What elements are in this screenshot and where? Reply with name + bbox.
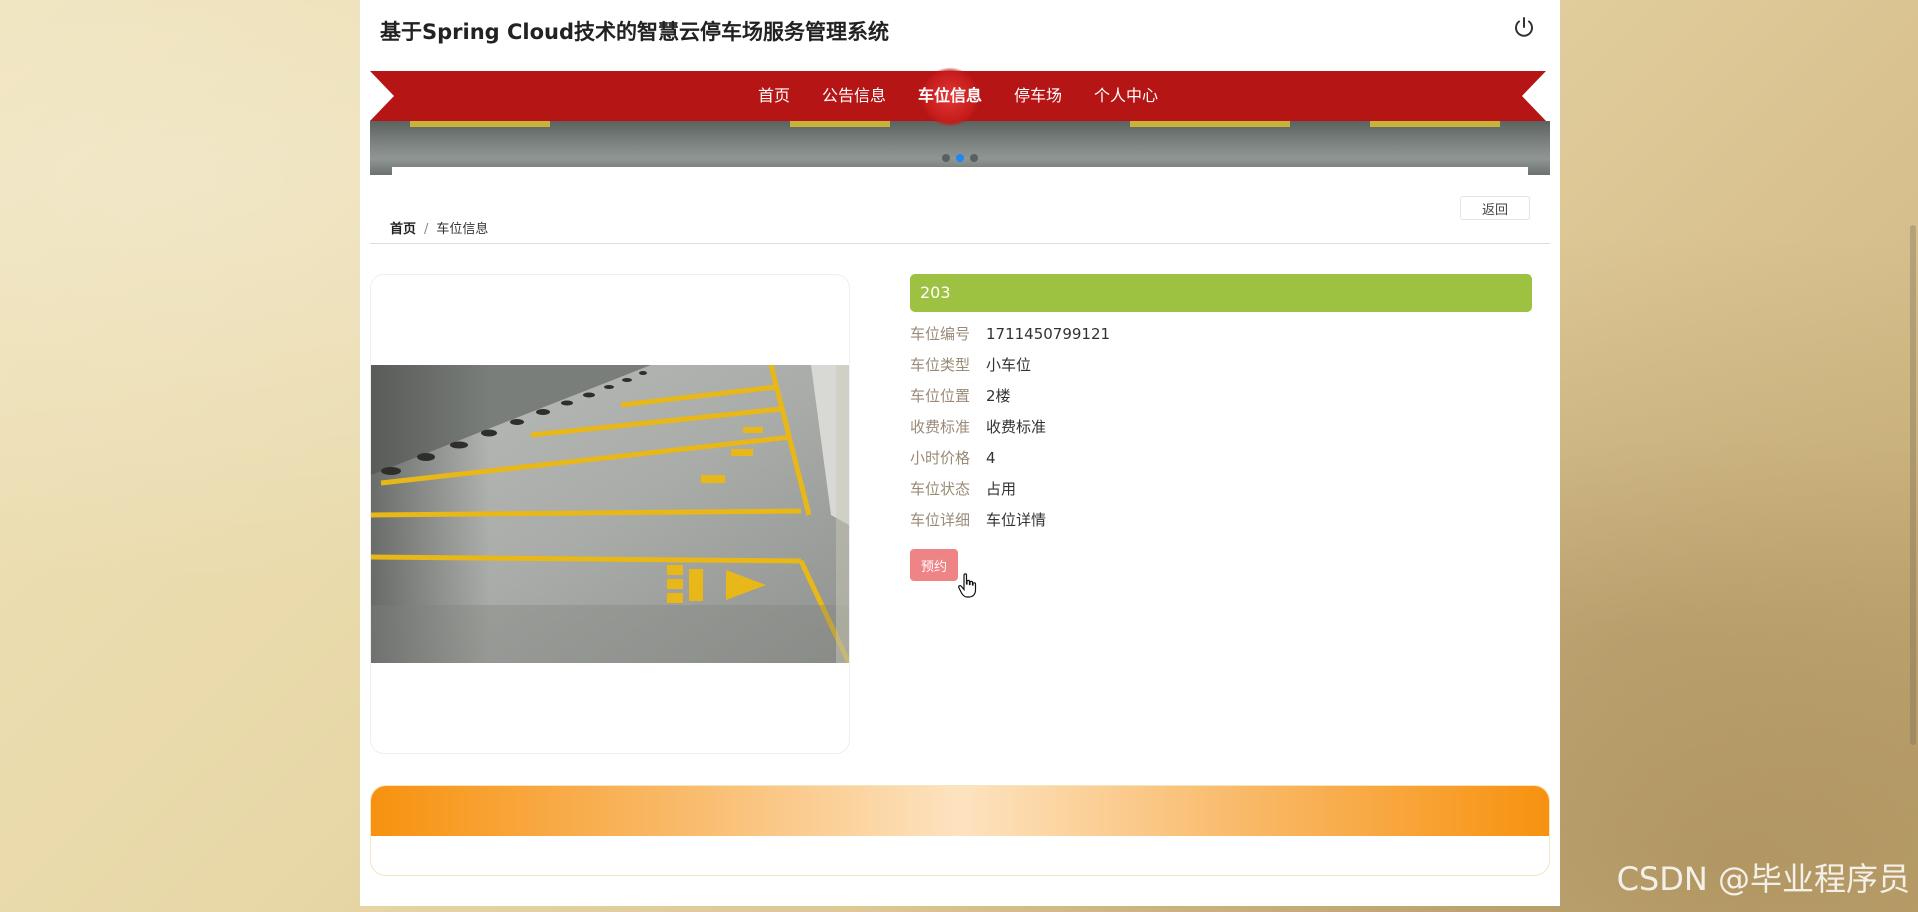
reserve-button[interactable]: 预约	[910, 549, 958, 581]
scrollbar[interactable]	[1906, 0, 1918, 912]
carousel-dot[interactable]	[970, 154, 978, 162]
banner-stripe	[1370, 121, 1500, 127]
field-value: 小车位	[986, 356, 1032, 374]
banner-stripe	[410, 121, 550, 127]
site-title: 基于Spring Cloud技术的智慧云停车场服务管理系统	[380, 20, 890, 44]
field-label: 车位详细	[910, 511, 971, 529]
breadcrumb-home[interactable]: 首页	[390, 222, 416, 237]
parking-space-image	[371, 365, 849, 663]
detail-fields: 车位编号 1711450799121 车位类型 小车位 车位位置 2楼 收费标准…	[910, 318, 1532, 535]
breadcrumb-separator: /	[424, 222, 429, 237]
parking-space-detail: 203 车位编号 1711450799121 车位类型 小车位 车位位置 2楼 …	[910, 274, 1532, 581]
field-label: 车位编号	[910, 325, 971, 343]
nav-item-home[interactable]: 首页	[742, 71, 806, 121]
banner-bottom-edge	[392, 167, 1528, 175]
main-container: 基于Spring Cloud技术的智慧云停车场服务管理系统 首页 公告信息 车位…	[360, 0, 1560, 906]
back-button[interactable]: 返回	[1460, 196, 1530, 220]
field-value: 车位详情	[986, 511, 1047, 529]
nav-items: 首页 公告信息 车位信息 停车场 个人中心	[370, 71, 1546, 121]
field-label: 小时价格	[910, 449, 971, 467]
field-space-type: 车位类型 小车位	[910, 349, 1532, 380]
nav-item-parking-spaces[interactable]: 车位信息	[902, 71, 998, 121]
nav-item-announcements[interactable]: 公告信息	[806, 71, 902, 121]
field-label: 收费标准	[910, 418, 971, 436]
field-space-details: 车位详细 车位详情	[910, 504, 1532, 535]
banner-carousel	[370, 121, 1550, 175]
breadcrumb: 首页 / 车位信息	[390, 218, 488, 237]
nav-item-parking-lot[interactable]: 停车场	[998, 71, 1078, 121]
parking-image-card	[370, 274, 850, 754]
main-nav: 首页 公告信息 车位信息 停车场 个人中心	[370, 71, 1546, 121]
field-space-number: 车位编号 1711450799121	[910, 318, 1532, 349]
field-space-location: 车位位置 2楼	[910, 380, 1532, 411]
carousel-dot-active[interactable]	[956, 154, 964, 162]
field-label: 车位位置	[910, 387, 971, 405]
field-fee-standard: 收费标准 收费标准	[910, 411, 1532, 442]
divider	[370, 243, 1550, 244]
hand-cursor-icon	[958, 573, 977, 598]
scrollbar-thumb[interactable]	[1910, 225, 1916, 745]
field-label: 车位状态	[910, 480, 971, 498]
field-value: 2楼	[986, 387, 1011, 405]
watermark: CSDN @毕业程序员	[1616, 860, 1910, 898]
banner-stripe	[1130, 121, 1290, 127]
carousel-dot[interactable]	[942, 154, 950, 162]
space-name-bar: 203	[910, 274, 1532, 312]
breadcrumb-current: 车位信息	[436, 222, 489, 237]
field-value: 4	[986, 448, 996, 467]
field-value: 收费标准	[986, 418, 1047, 436]
field-value: 占用	[986, 480, 1017, 498]
power-icon[interactable]	[1512, 16, 1536, 40]
banner-stripe	[790, 121, 890, 127]
nav-item-profile[interactable]: 个人中心	[1078, 71, 1174, 121]
top-bar: 基于Spring Cloud技术的智慧云停车场服务管理系统	[360, 0, 1560, 70]
footer-band	[371, 786, 1549, 836]
footer	[370, 785, 1550, 876]
carousel-dots	[942, 154, 978, 162]
field-space-status: 车位状态 占用	[910, 473, 1532, 504]
field-value: 1711450799121	[986, 324, 1111, 343]
field-label: 车位类型	[910, 356, 971, 374]
field-hourly-price: 小时价格 4	[910, 442, 1532, 473]
